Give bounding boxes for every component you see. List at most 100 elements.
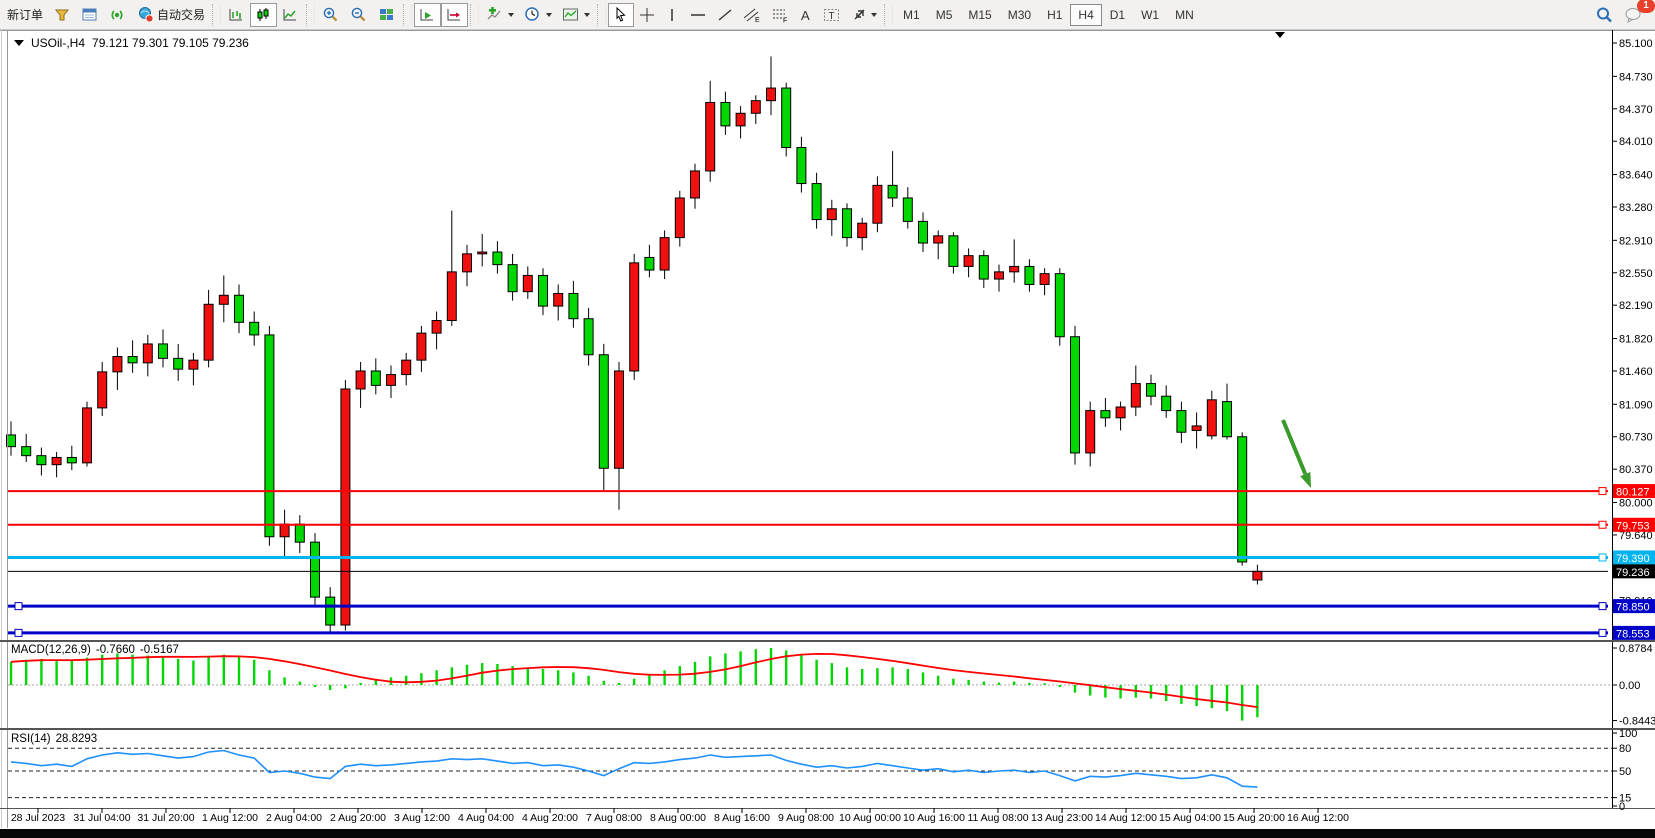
candle-body [827, 209, 836, 220]
price-line-label: 78.553 [1616, 628, 1650, 640]
candle-body [1086, 411, 1095, 453]
candle-body [265, 335, 274, 537]
rsi-pane-divider[interactable] [0, 728, 1655, 730]
candle-body [554, 293, 563, 306]
candle-body [463, 254, 472, 272]
time-tick-label: 13 Aug 23:00 [1031, 812, 1093, 824]
candle-body [478, 252, 487, 254]
price-line-label: 78.850 [1616, 602, 1650, 614]
time-tick-label: 14 Aug 12:00 [1095, 812, 1157, 824]
candle-body [539, 275, 548, 306]
candle-body [1071, 337, 1080, 453]
candle-body [1116, 407, 1125, 418]
candle-body [1025, 266, 1034, 284]
candle-body [67, 457, 76, 462]
candle-body [1192, 426, 1201, 431]
candle-body [721, 102, 730, 125]
candle-body [858, 223, 867, 237]
candle-body [1055, 274, 1064, 337]
candle-body [326, 597, 335, 625]
down-arrow-annotation[interactable] [1283, 420, 1305, 474]
price-tick-label: 84.730 [1619, 71, 1653, 83]
price-line-label: 79.236 [1616, 567, 1650, 579]
candle-body [569, 293, 578, 318]
candle-body [235, 295, 244, 322]
candle-body [219, 295, 228, 304]
rsi-title: RSI(14) [11, 733, 51, 745]
candle-body [447, 272, 456, 321]
time-tick-label: 8 Aug 00:00 [650, 812, 706, 824]
candle-body [1207, 400, 1216, 436]
candle-body [189, 360, 198, 369]
candle-body [113, 357, 122, 372]
hline-handle[interactable] [1599, 521, 1606, 528]
candle-body [736, 113, 745, 126]
price-tick-label: 85.100 [1619, 38, 1653, 50]
candle-body [83, 408, 92, 463]
price-tick-label: 83.280 [1619, 202, 1653, 214]
candle-body [159, 344, 168, 358]
time-tick-label: 2 Aug 04:00 [266, 812, 322, 824]
candle-body [143, 344, 152, 363]
hline-handle[interactable] [15, 629, 22, 636]
candle-body [128, 357, 137, 363]
price-tick-label: 82.910 [1619, 235, 1653, 247]
hline-handle[interactable] [1599, 603, 1606, 610]
candle-body [1177, 411, 1186, 433]
time-tick-label: 11 Aug 08:00 [967, 812, 1028, 824]
price-tick-label: 84.370 [1619, 104, 1653, 116]
hline-handle[interactable] [1599, 488, 1606, 495]
candle-body [782, 88, 791, 147]
candle-body [995, 272, 1004, 279]
candle-body [417, 333, 426, 360]
price-line-label: 80.127 [1616, 487, 1650, 499]
candle-body [432, 321, 441, 334]
candle-body [22, 447, 31, 456]
hline-handle[interactable] [1599, 629, 1606, 636]
time-tick-label: 10 Aug 16:00 [903, 812, 965, 824]
price-tick-label: 82.550 [1619, 268, 1653, 280]
candle-body [1223, 402, 1232, 437]
candle-body [934, 236, 943, 243]
candle-body [660, 238, 669, 270]
macd-pane-divider[interactable] [0, 640, 1655, 642]
price-tick-label: 83.640 [1619, 170, 1653, 182]
rsi-tick-label: 0 [1619, 801, 1625, 813]
down-arrow-head [1300, 472, 1311, 488]
price-line-label: 79.390 [1616, 553, 1650, 565]
time-tick-label: 2 Aug 20:00 [330, 812, 386, 824]
price-tick-label: 81.460 [1619, 366, 1653, 378]
candle-body [873, 185, 882, 223]
candle-body [751, 101, 760, 114]
macd-indicator-label: MACD(12,26,9) -0.7660 -0.5167 [11, 644, 179, 656]
price-tick-label: 82.190 [1619, 300, 1653, 312]
hline-handle[interactable] [15, 603, 22, 610]
chart-canvas[interactable]: 85.10084.73084.37084.01083.64083.28082.9… [0, 0, 1655, 838]
candle-body [295, 524, 304, 542]
rsi-tick-label: 80 [1619, 743, 1631, 755]
hline-handle[interactable] [1599, 554, 1606, 561]
candle-body [387, 375, 396, 386]
price-tick-label: 80.370 [1619, 464, 1653, 476]
candle-body [280, 524, 289, 537]
candle-body [1010, 266, 1019, 271]
candle-body [767, 88, 776, 101]
mt4-window: 新订单 自动交易 [0, 0, 1655, 838]
candle-body [402, 360, 411, 374]
time-tick-label: 1 Aug 12:00 [202, 812, 258, 824]
shift-marker-icon[interactable] [1275, 32, 1285, 38]
macd-tick-label: 0.00 [1619, 680, 1640, 692]
price-line-label: 79.753 [1616, 520, 1650, 532]
time-tick-label: 15 Aug 20:00 [1223, 812, 1285, 824]
candle-body [979, 256, 988, 279]
symbol-timeframe-label: USOil-,H4 [31, 36, 85, 50]
candle-body [1162, 396, 1171, 410]
candle-body [615, 371, 624, 468]
time-tick-label: 7 Aug 08:00 [586, 812, 642, 824]
rsi-indicator-label: RSI(14) 28.8293 [11, 733, 97, 745]
symbol-dropdown-icon[interactable] [14, 40, 24, 46]
candle-body [493, 252, 502, 265]
candle-body [371, 371, 380, 385]
candle-body [843, 209, 852, 238]
candle-body [311, 542, 320, 597]
